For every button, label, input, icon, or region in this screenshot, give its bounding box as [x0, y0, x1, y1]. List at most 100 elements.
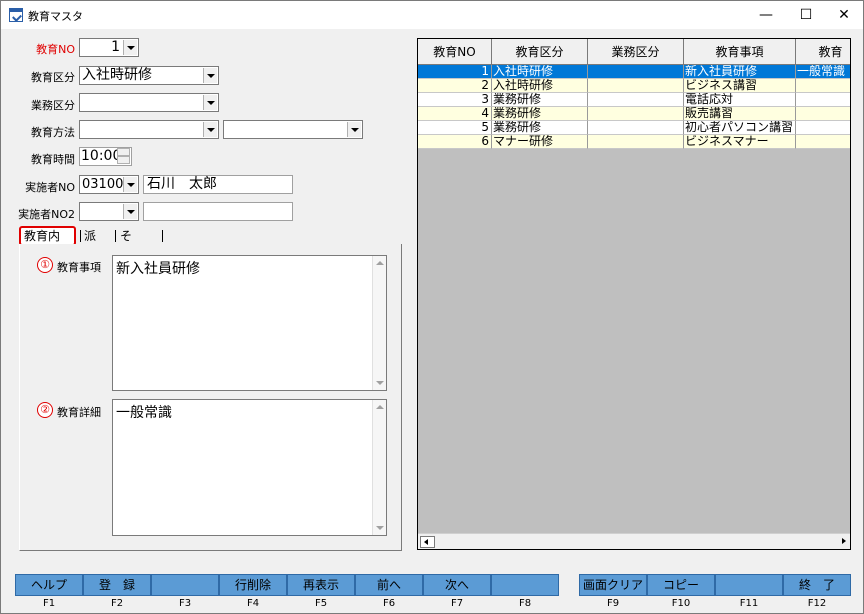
grid-header-edu-item[interactable]: 教育事項 [684, 39, 796, 65]
table-cell[interactable] [588, 135, 684, 149]
horizontal-scrollbar[interactable] [418, 533, 850, 549]
table-cell[interactable]: 一般常識 [796, 65, 850, 79]
chevron-down-icon[interactable] [203, 122, 217, 137]
table-row[interactable]: 3 業務研修 電話応対 [418, 93, 850, 107]
fkey-button-f9[interactable]: 画面クリア [579, 574, 647, 596]
fkey-button-f8[interactable] [491, 574, 559, 596]
table-cell[interactable] [588, 79, 684, 93]
spin-down-icon[interactable] [117, 156, 130, 164]
table-cell[interactable]: 入社時研修 [492, 65, 588, 79]
business-category-select[interactable] [79, 93, 219, 112]
table-cell[interactable]: 3 [418, 93, 492, 107]
table-cell[interactable]: 入社時研修 [492, 79, 588, 93]
table-cell[interactable]: 業務研修 [492, 107, 588, 121]
edu-method-select[interactable] [79, 120, 219, 139]
edu-no-value: 1 [111, 39, 120, 55]
scroll-right-icon[interactable] [840, 537, 848, 547]
table-cell[interactable] [796, 107, 850, 121]
fkey-button-f1[interactable]: ヘルプ [15, 574, 83, 596]
table-cell[interactable]: 6 [418, 135, 492, 149]
fkey-button-f6[interactable]: 前へ [355, 574, 423, 596]
fkey-button-f12[interactable]: 終 了 [783, 574, 851, 596]
edu-category-select[interactable]: 入社時研修 [79, 66, 219, 85]
table-cell[interactable]: ビジネス講習 [684, 79, 796, 93]
vertical-scrollbar[interactable] [372, 256, 386, 390]
scroll-left-icon[interactable] [420, 536, 435, 548]
chevron-down-icon[interactable] [347, 122, 361, 137]
spin-up-icon[interactable] [117, 148, 130, 156]
data-grid[interactable]: 教育NO 教育区分 業務区分 教育事項 教育 1 入社時研修 新入社員研修 一般常識 2… [417, 38, 851, 550]
table-cell[interactable] [796, 121, 850, 135]
table-cell[interactable]: 新入社員研修 [684, 65, 796, 79]
tab-other[interactable]: その他 [117, 226, 135, 283]
tab-divider [80, 230, 81, 242]
grid-header-edu-no[interactable]: 教育NO [418, 39, 492, 65]
edu-category-label: 教育区分 [31, 71, 75, 84]
table-cell[interactable]: 5 [418, 121, 492, 135]
implementer2-name-field[interactable] [143, 202, 293, 221]
chevron-down-icon[interactable] [203, 68, 217, 83]
table-cell[interactable]: 業務研修 [492, 121, 588, 135]
chevron-down-icon[interactable] [123, 40, 137, 55]
implementer-select[interactable]: 031001 [79, 175, 139, 194]
chevron-down-icon[interactable] [123, 177, 137, 192]
table-cell[interactable] [588, 121, 684, 135]
table-cell[interactable]: ビジネスマナー [684, 135, 796, 149]
implementer-name-field[interactable]: 石川 太郎 [143, 175, 293, 194]
table-row[interactable]: 6 マナー研修 ビジネスマナー [418, 135, 850, 149]
table-cell[interactable] [588, 65, 684, 79]
edu-item-label: 教育事項 [57, 261, 101, 274]
fkey-button-f3[interactable] [151, 574, 219, 596]
fkey-label-f7: F7 [450, 598, 464, 609]
table-row[interactable]: 2 入社時研修 ビジネス講習 [418, 79, 850, 93]
close-button[interactable]: ✕ [821, 1, 864, 29]
main-window: 教育マスタ — ☐ ✕ 教育NO 1 教育区分 入社時研修 業務区分 教育方法 … [0, 0, 864, 614]
table-row[interactable]: 4 業務研修 販売講習 [418, 107, 850, 121]
marker-2: ② [37, 402, 53, 418]
table-cell[interactable] [796, 93, 850, 107]
chevron-down-icon[interactable] [203, 95, 217, 110]
grid-header-edu-detail[interactable]: 教育 [796, 39, 850, 65]
table-row[interactable]: 5 業務研修 初心者パソコン講習 [418, 121, 850, 135]
table-cell[interactable] [588, 93, 684, 107]
fkey-button-f10[interactable]: コピー [647, 574, 715, 596]
implementer-label: 実施者NO [25, 181, 75, 194]
tab-dispatch[interactable]: 派遣 [81, 226, 99, 263]
tab-divider [162, 230, 163, 242]
fkey-button-f4[interactable]: 行削除 [219, 574, 287, 596]
fkey-button-f5[interactable]: 再表示 [287, 574, 355, 596]
table-cell[interactable]: 4 [418, 107, 492, 121]
edu-method-select-2[interactable] [223, 120, 363, 139]
table-row[interactable]: 1 入社時研修 新入社員研修 一般常識 [418, 65, 850, 79]
table-cell[interactable]: 電話応対 [684, 93, 796, 107]
business-category-label: 業務区分 [31, 99, 75, 112]
edu-time-spinner[interactable]: 10:00 [79, 147, 132, 166]
table-cell[interactable]: 初心者パソコン講習 [684, 121, 796, 135]
table-cell[interactable]: 販売講習 [684, 107, 796, 121]
edu-item-textarea[interactable]: 新入社員研修 [112, 255, 387, 391]
spinner-arrows[interactable] [117, 148, 130, 165]
vertical-scrollbar[interactable] [372, 400, 386, 535]
grid-header-edu-category[interactable]: 教育区分 [492, 39, 588, 65]
table-cell[interactable] [796, 135, 850, 149]
fkey-label-f3: F3 [178, 598, 192, 609]
fkey-button-f7[interactable]: 次へ [423, 574, 491, 596]
function-key-bar: ヘルプ F1 登 録 F2 F3 行削除 F4 再表示 F5 前へ F6 次へ F7 F8 画面クリア F9 コ… [15, 574, 853, 614]
fkey-button-f2[interactable]: 登 録 [83, 574, 151, 596]
table-cell[interactable]: 2 [418, 79, 492, 93]
edu-method-label: 教育方法 [31, 126, 75, 139]
table-cell[interactable]: 業務研修 [492, 93, 588, 107]
tab-edu-content[interactable]: 教育内容 [19, 226, 76, 259]
edu-no-select[interactable]: 1 [79, 38, 139, 57]
chevron-down-icon[interactable] [123, 204, 137, 219]
table-cell[interactable]: マナー研修 [492, 135, 588, 149]
app-icon [9, 8, 23, 22]
fkey-label-f2: F2 [110, 598, 124, 609]
table-cell[interactable] [588, 107, 684, 121]
edu-detail-textarea[interactable]: 一般常識 [112, 399, 387, 536]
table-cell[interactable] [796, 79, 850, 93]
fkey-button-f11[interactable] [715, 574, 783, 596]
implementer2-select[interactable] [79, 202, 139, 221]
table-cell[interactable]: 1 [418, 65, 492, 79]
grid-header-business-category[interactable]: 業務区分 [588, 39, 684, 65]
